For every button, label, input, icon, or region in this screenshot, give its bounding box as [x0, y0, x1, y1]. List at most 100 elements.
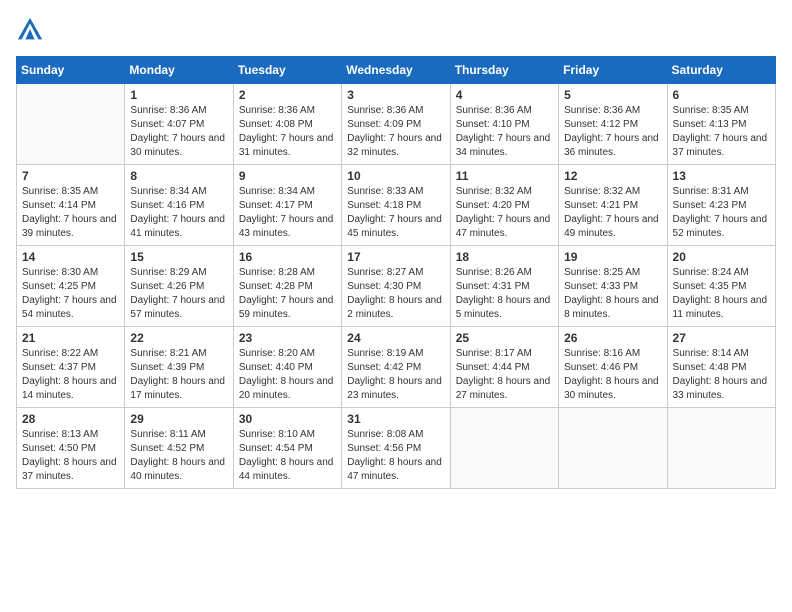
day-cell: 24 Sunrise: 8:19 AMSunset: 4:42 PMDayligh… — [342, 327, 450, 408]
logo — [16, 16, 46, 44]
day-number: 12 — [564, 169, 661, 183]
day-cell: 25 Sunrise: 8:17 AMSunset: 4:44 PMDayligh… — [450, 327, 558, 408]
week-row-2: 7 Sunrise: 8:35 AMSunset: 4:14 PMDaylight… — [17, 165, 776, 246]
day-cell: 15 Sunrise: 8:29 AMSunset: 4:26 PMDayligh… — [125, 246, 233, 327]
header-day-thursday: Thursday — [450, 57, 558, 84]
day-number: 1 — [130, 88, 227, 102]
day-info: Sunrise: 8:28 AMSunset: 4:28 PMDaylight:… — [239, 266, 336, 322]
day-cell — [17, 84, 125, 165]
day-cell: 30Sunrise: 8:10 AMSunset: 4:54 PMDayligh… — [233, 408, 341, 489]
day-number: 14 — [22, 250, 119, 264]
day-info: Sunrise: 8:20 AMSunset: 4:40 PMDaylight:… — [239, 347, 336, 403]
day-info: Sunrise: 8:10 AMSunset: 4:54 PMDaylight:… — [239, 428, 336, 484]
day-cell: 12 Sunrise: 8:32 AMSunset: 4:21 PMDayligh… — [559, 165, 667, 246]
header-day-tuesday: Tuesday — [233, 57, 341, 84]
day-number: 5 — [564, 88, 661, 102]
day-number: 26 — [564, 331, 661, 345]
day-cell: 7 Sunrise: 8:35 AMSunset: 4:14 PMDaylight… — [17, 165, 125, 246]
day-info: Sunrise: 8:26 AMSunset: 4:31 PMDaylight:… — [456, 266, 553, 322]
day-info: Sunrise: 8:19 AMSunset: 4:42 PMDaylight:… — [347, 347, 444, 403]
day-info: Sunrise: 8:32 AMSunset: 4:20 PMDaylight:… — [456, 185, 553, 241]
day-info: Sunrise: 8:30 AMSunset: 4:25 PMDaylight:… — [22, 266, 119, 322]
day-cell: 29Sunrise: 8:11 AMSunset: 4:52 PMDayligh… — [125, 408, 233, 489]
day-info: Sunrise: 8:36 AMSunset: 4:12 PMDaylight:… — [564, 104, 661, 160]
day-info: Sunrise: 8:08 AMSunset: 4:56 PMDaylight:… — [347, 428, 444, 484]
calendar-container: SundayMondayTuesdayWednesdayThursdayFrid… — [0, 0, 792, 499]
day-number: 4 — [456, 88, 553, 102]
header — [16, 16, 776, 44]
day-cell: 21Sunrise: 8:22 AMSunset: 4:37 PMDayligh… — [17, 327, 125, 408]
day-cell: 28 Sunrise: 8:13 AMSunset: 4:50 PMDayligh… — [17, 408, 125, 489]
day-info: Sunrise: 8:24 AMSunset: 4:35 PMDaylight:… — [673, 266, 770, 322]
day-number: 28 — [22, 412, 119, 426]
day-cell: 14 Sunrise: 8:30 AMSunset: 4:25 PMDayligh… — [17, 246, 125, 327]
day-info: Sunrise: 8:17 AMSunset: 4:44 PMDaylight:… — [456, 347, 553, 403]
day-cell: 26 Sunrise: 8:16 AMSunset: 4:46 PMDayligh… — [559, 327, 667, 408]
day-cell — [450, 408, 558, 489]
day-cell: 27Sunrise: 8:14 AMSunset: 4:48 PMDayligh… — [667, 327, 775, 408]
day-info: Sunrise: 8:22 AMSunset: 4:37 PMDaylight:… — [22, 347, 119, 403]
logo-icon — [16, 16, 44, 44]
day-number: 18 — [456, 250, 553, 264]
day-info: Sunrise: 8:36 AMSunset: 4:10 PMDaylight:… — [456, 104, 553, 160]
day-number: 29 — [130, 412, 227, 426]
day-info: Sunrise: 8:27 AMSunset: 4:30 PMDaylight:… — [347, 266, 444, 322]
day-number: 19 — [564, 250, 661, 264]
day-cell: 5 Sunrise: 8:36 AMSunset: 4:12 PMDaylight… — [559, 84, 667, 165]
day-info: Sunrise: 8:35 AMSunset: 4:14 PMDaylight:… — [22, 185, 119, 241]
day-info: Sunrise: 8:32 AMSunset: 4:21 PMDaylight:… — [564, 185, 661, 241]
day-cell: 11 Sunrise: 8:32 AMSunset: 4:20 PMDayligh… — [450, 165, 558, 246]
day-number: 16 — [239, 250, 336, 264]
day-number: 24 — [347, 331, 444, 345]
day-cell: 31 Sunrise: 8:08 AMSunset: 4:56 PMDayligh… — [342, 408, 450, 489]
day-info: Sunrise: 8:25 AMSunset: 4:33 PMDaylight:… — [564, 266, 661, 322]
day-info: Sunrise: 8:21 AMSunset: 4:39 PMDaylight:… — [130, 347, 227, 403]
day-cell: 6 Sunrise: 8:35 AMSunset: 4:13 PMDaylight… — [667, 84, 775, 165]
week-row-5: 28 Sunrise: 8:13 AMSunset: 4:50 PMDayligh… — [17, 408, 776, 489]
day-number: 8 — [130, 169, 227, 183]
day-info: Sunrise: 8:34 AMSunset: 4:16 PMDaylight:… — [130, 185, 227, 241]
day-info: Sunrise: 8:35 AMSunset: 4:13 PMDaylight:… — [673, 104, 770, 160]
day-cell: 23 Sunrise: 8:20 AMSunset: 4:40 PMDayligh… — [233, 327, 341, 408]
day-number: 6 — [673, 88, 770, 102]
day-info: Sunrise: 8:16 AMSunset: 4:46 PMDaylight:… — [564, 347, 661, 403]
day-cell: 1 Sunrise: 8:36 AMSunset: 4:07 PMDaylight… — [125, 84, 233, 165]
day-cell: 13 Sunrise: 8:31 AMSunset: 4:23 PMDayligh… — [667, 165, 775, 246]
day-number: 11 — [456, 169, 553, 183]
day-cell: 2Sunrise: 8:36 AMSunset: 4:08 PMDaylight… — [233, 84, 341, 165]
day-number: 2 — [239, 88, 336, 102]
header-day-wednesday: Wednesday — [342, 57, 450, 84]
day-info: Sunrise: 8:29 AMSunset: 4:26 PMDaylight:… — [130, 266, 227, 322]
day-cell: 20 Sunrise: 8:24 AMSunset: 4:35 PMDayligh… — [667, 246, 775, 327]
day-number: 9 — [239, 169, 336, 183]
day-number: 31 — [347, 412, 444, 426]
day-cell: 17 Sunrise: 8:27 AMSunset: 4:30 PMDayligh… — [342, 246, 450, 327]
day-info: Sunrise: 8:13 AMSunset: 4:50 PMDaylight:… — [22, 428, 119, 484]
week-row-1: 1 Sunrise: 8:36 AMSunset: 4:07 PMDaylight… — [17, 84, 776, 165]
day-number: 15 — [130, 250, 227, 264]
day-number: 20 — [673, 250, 770, 264]
day-number: 25 — [456, 331, 553, 345]
day-number: 17 — [347, 250, 444, 264]
day-cell: 22Sunrise: 8:21 AMSunset: 4:39 PMDayligh… — [125, 327, 233, 408]
day-cell: 3 Sunrise: 8:36 AMSunset: 4:09 PMDaylight… — [342, 84, 450, 165]
header-day-sunday: Sunday — [17, 57, 125, 84]
header-day-monday: Monday — [125, 57, 233, 84]
day-cell: 4 Sunrise: 8:36 AMSunset: 4:10 PMDaylight… — [450, 84, 558, 165]
week-row-3: 14 Sunrise: 8:30 AMSunset: 4:25 PMDayligh… — [17, 246, 776, 327]
day-number: 13 — [673, 169, 770, 183]
day-cell: 8 Sunrise: 8:34 AMSunset: 4:16 PMDaylight… — [125, 165, 233, 246]
day-number: 7 — [22, 169, 119, 183]
day-cell: 18 Sunrise: 8:26 AMSunset: 4:31 PMDayligh… — [450, 246, 558, 327]
day-number: 23 — [239, 331, 336, 345]
day-number: 3 — [347, 88, 444, 102]
day-cell — [559, 408, 667, 489]
day-info: Sunrise: 8:36 AMSunset: 4:09 PMDaylight:… — [347, 104, 444, 160]
calendar-table: SundayMondayTuesdayWednesdayThursdayFrid… — [16, 56, 776, 489]
day-info: Sunrise: 8:33 AMSunset: 4:18 PMDaylight:… — [347, 185, 444, 241]
day-info: Sunrise: 8:36 AMSunset: 4:07 PMDaylight:… — [130, 104, 227, 160]
week-row-4: 21Sunrise: 8:22 AMSunset: 4:37 PMDayligh… — [17, 327, 776, 408]
day-info: Sunrise: 8:31 AMSunset: 4:23 PMDaylight:… — [673, 185, 770, 241]
day-cell: 16 Sunrise: 8:28 AMSunset: 4:28 PMDayligh… — [233, 246, 341, 327]
day-cell — [667, 408, 775, 489]
